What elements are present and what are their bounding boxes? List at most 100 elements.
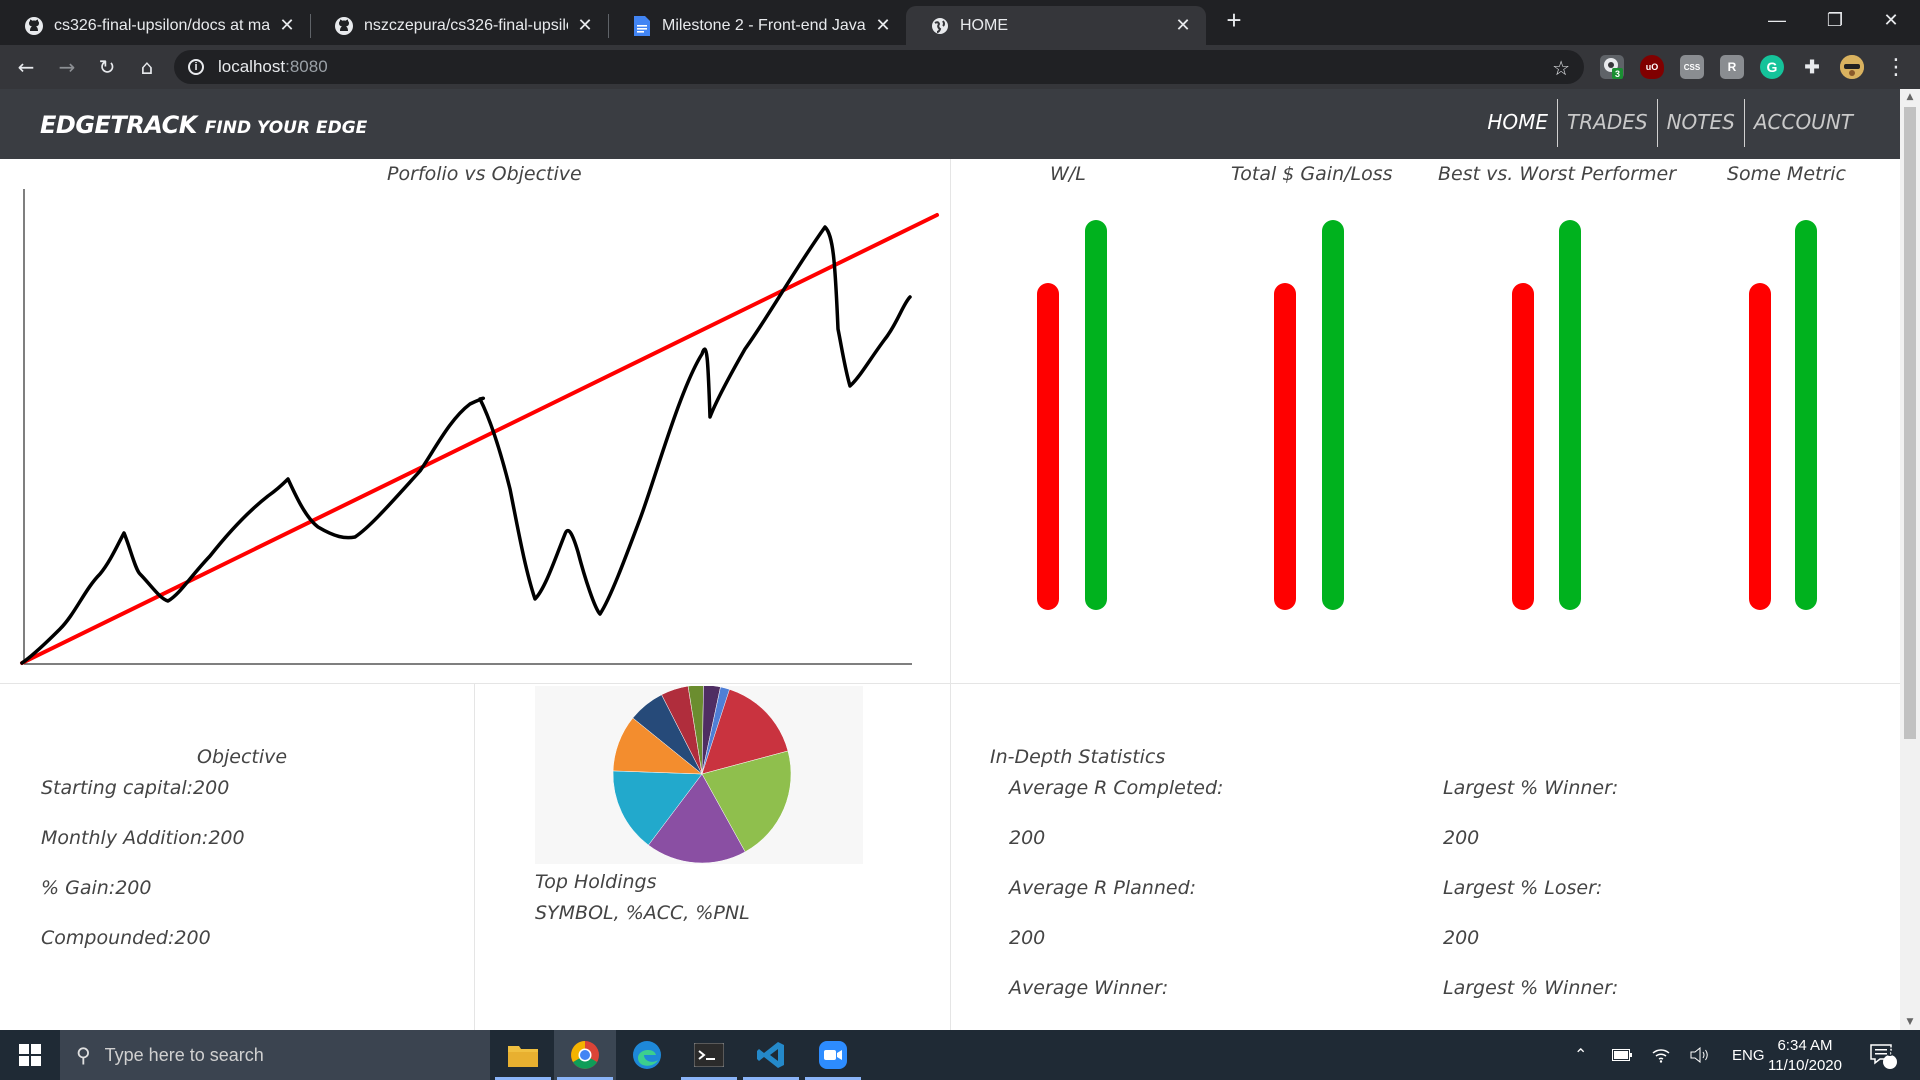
globe-icon [930, 16, 950, 36]
tray-overflow-chevron-icon[interactable]: ⌃ [1574, 1030, 1587, 1080]
stat-label: Average R Planned: [1009, 877, 1197, 899]
tab-title: HOME [960, 16, 1008, 34]
edge-app[interactable] [616, 1030, 678, 1080]
back-button[interactable]: ← [12, 53, 40, 81]
edge-icon [633, 1041, 661, 1069]
vscode-icon [757, 1042, 784, 1068]
profile-avatar[interactable] [1840, 55, 1864, 79]
stat-label: Largest % Loser: [1443, 877, 1603, 899]
browser-menu-icon[interactable]: ⋮ [1882, 53, 1910, 81]
stats-title: In-Depth Statistics [990, 746, 1166, 768]
objective-title: Objective [197, 746, 288, 768]
notification-count: 5 [1886, 1045, 1894, 1059]
ublock-origin-icon[interactable]: uO [1640, 55, 1664, 79]
tab-title: Milestone 2 - Front-end JavaScrip [662, 16, 866, 34]
file-explorer-app[interactable] [492, 1030, 554, 1080]
github-icon [24, 16, 44, 36]
tab-close-icon[interactable]: ✕ [278, 15, 296, 36]
tab-close-icon[interactable]: ✕ [576, 15, 594, 36]
chrome-app[interactable] [554, 1030, 616, 1080]
taskbar-search[interactable]: ⚲ Type here to search [60, 1030, 490, 1080]
metric-bars [1037, 220, 1817, 610]
search-icon: ⚲ [76, 1044, 91, 1067]
objective-value: 200 [115, 877, 152, 899]
tab-close-icon[interactable]: ✕ [1174, 15, 1192, 36]
site-info-icon[interactable]: i [188, 59, 204, 75]
url-port: :8080 [285, 57, 328, 76]
github-icon [334, 16, 354, 36]
terminal-icon [694, 1043, 724, 1067]
clock-date: 11/10/2020 [1768, 1057, 1842, 1074]
notifications-button[interactable]: 5 [1868, 1030, 1898, 1080]
grammarly-icon[interactable]: G [1760, 55, 1784, 79]
extension-r-icon[interactable]: R [1720, 55, 1744, 79]
wifi-icon[interactable] [1652, 1030, 1670, 1080]
objective-item: Starting capital:200 [41, 777, 229, 799]
stat-value: 200 [1443, 927, 1480, 949]
nav-trades[interactable]: TRADES [1557, 99, 1657, 147]
main-nav: HOME TRADES NOTES ACCOUNT [1478, 99, 1862, 147]
stat-value: 200 [1009, 927, 1046, 949]
forward-button[interactable]: → [53, 53, 81, 81]
stat-value: 200 [1443, 827, 1480, 849]
start-button[interactable] [0, 1030, 60, 1080]
browser-tab[interactable]: Milestone 2 - Front-end JavaScrip ✕ [608, 6, 906, 45]
svg-text:3: 3 [1615, 69, 1620, 79]
nav-home[interactable]: HOME [1478, 99, 1557, 147]
zoom-icon [819, 1041, 847, 1069]
reload-button[interactable]: ↻ [93, 53, 121, 81]
stat-label: Largest % Winner: [1443, 777, 1619, 799]
brand[interactable]: EDGETRACK FIND YOUR EDGE [40, 111, 367, 139]
minimize-button[interactable]: — [1748, 0, 1806, 40]
terminal-app[interactable] [678, 1030, 740, 1080]
stat-label: Largest % Winner: [1443, 977, 1619, 999]
objective-value: 200 [193, 777, 230, 799]
brand-name: EDGETRACK [40, 111, 197, 139]
objective-label: % Gain: [41, 877, 116, 899]
folder-icon [508, 1046, 538, 1067]
stat-label: Average R Completed: [1009, 777, 1224, 799]
nav-notes[interactable]: NOTES [1656, 99, 1744, 147]
holdings-title: Top Holdings [535, 871, 657, 893]
new-tab-button[interactable]: + [1222, 7, 1246, 33]
browser-tab-active[interactable]: HOME ✕ [906, 6, 1206, 45]
address-bar[interactable]: i localhost:8080 ☆ [174, 50, 1584, 84]
close-window-button[interactable]: ✕ [1862, 0, 1920, 40]
zoom-app[interactable] [802, 1030, 864, 1080]
volume-icon[interactable] [1690, 1030, 1710, 1080]
taskbar-search-placeholder: Type here to search [104, 1044, 264, 1065]
objective-item: Monthly Addition:200 [41, 827, 245, 849]
extensions-puzzle-icon[interactable]: ✚ [1800, 55, 1824, 79]
browser-tab[interactable]: nszczepura/cs326-final-upsilon: E ✕ [310, 6, 608, 45]
battery-icon[interactable] [1612, 1030, 1632, 1080]
restore-button[interactable]: ❐ [1806, 0, 1864, 40]
bookmark-star-icon[interactable]: ☆ [1552, 56, 1570, 81]
home-button[interactable]: ⌂ [133, 53, 161, 81]
brand-tagline: FIND YOUR EDGE [204, 118, 368, 138]
chrome-icon [571, 1041, 599, 1069]
objective-label: Starting capital: [41, 777, 194, 799]
tab-close-icon[interactable]: ✕ [874, 15, 892, 36]
clock-time: 6:34 AM [1777, 1037, 1833, 1054]
browser-tab[interactable]: cs326-final-upsilon/docs at main ✕ [0, 6, 310, 45]
css-viewer-icon[interactable]: CSS [1680, 55, 1704, 79]
objective-item: % Gain:200 [41, 877, 151, 899]
tab-title: nszczepura/cs326-final-upsilon: E [364, 16, 568, 34]
portfolio-chart [20, 189, 939, 665]
scroll-up-arrow-icon[interactable]: ▲ [1900, 89, 1920, 105]
stat-label: Average Winner: [1009, 977, 1169, 999]
vscode-app[interactable] [740, 1030, 802, 1080]
holdings-columns: SYMBOL, %ACC, %PNL [535, 902, 750, 924]
holdings-pie-panel [535, 684, 863, 864]
nav-account[interactable]: ACCOUNT [1743, 99, 1862, 147]
extension-counter-icon[interactable]: 3 [1600, 55, 1624, 79]
main-content: Porfolio vs Objective W/L Total $ Gain/L… [0, 159, 1900, 1030]
page-scrollbar[interactable]: ▲ ▼ [1900, 89, 1920, 1030]
scrollbar-thumb[interactable] [1904, 107, 1916, 739]
scroll-down-arrow-icon[interactable]: ▼ [1900, 1014, 1920, 1030]
url-host: localhost [218, 57, 286, 76]
objective-value: 200 [174, 927, 211, 949]
windows-logo-icon [19, 1044, 41, 1066]
taskbar-clock[interactable]: 6:34 AM 11/10/2020 [1760, 1036, 1850, 1076]
objective-value: 200 [208, 827, 245, 849]
